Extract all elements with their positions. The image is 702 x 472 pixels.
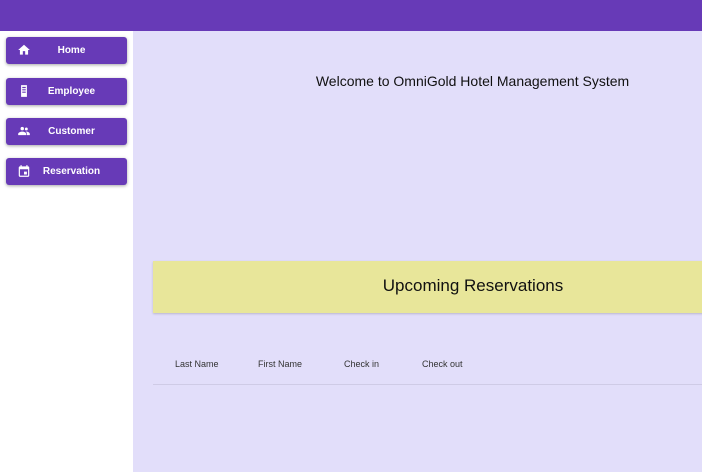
reservations-table-header: Last Name First Name Check in Check out	[153, 345, 702, 385]
upcoming-reservations-banner: Upcoming Reservations	[153, 261, 702, 313]
customer-button-label: Customer	[48, 126, 95, 137]
employee-button[interactable]: Employee	[6, 78, 127, 105]
column-header-check-out[interactable]: Check out	[422, 359, 463, 369]
calendar-icon	[17, 164, 31, 178]
home-button-label: Home	[57, 45, 86, 56]
column-header-check-in[interactable]: Check in	[344, 359, 379, 369]
column-header-first-name[interactable]: First Name	[258, 359, 302, 369]
upcoming-reservations-title: Upcoming Reservations	[382, 276, 564, 295]
badge-icon	[17, 84, 31, 98]
reservation-button-label: Reservation	[42, 166, 101, 177]
people-icon	[17, 124, 31, 138]
sidebar: Home Employee Customer Reservation	[0, 31, 133, 472]
home-button[interactable]: Home	[6, 37, 127, 64]
welcome-message: Welcome to OmniGold Hotel Management Sys…	[315, 73, 630, 89]
column-header-last-name[interactable]: Last Name	[175, 359, 219, 369]
main-content: Welcome to OmniGold Hotel Management Sys…	[133, 31, 702, 472]
customer-button[interactable]: Customer	[6, 118, 127, 145]
reservation-button[interactable]: Reservation	[6, 158, 127, 185]
app-bar	[0, 0, 702, 31]
home-icon	[17, 43, 31, 57]
employee-button-label: Employee	[47, 86, 96, 97]
